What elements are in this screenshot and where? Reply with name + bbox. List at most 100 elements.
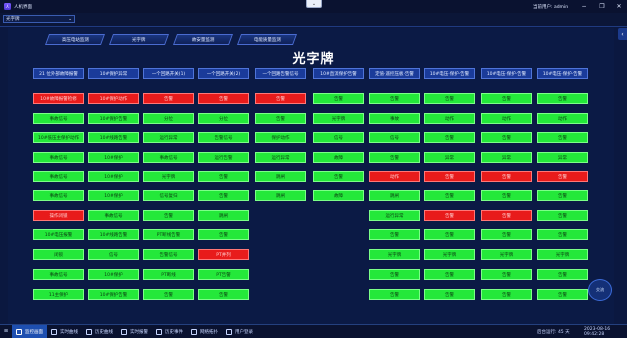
alarm-indicator[interactable]: 闭锁 [33,249,84,260]
alarm-indicator[interactable]: 告警信号 [143,249,194,260]
tab-history-curve[interactable]: 历史曲线 [82,325,117,338]
close-button[interactable]: ✕ [612,0,626,13]
maximize-button[interactable]: ❐ [595,0,609,13]
alarm-indicator[interactable]: 10#电压报警 [33,229,84,240]
alarm-indicator[interactable]: 异常 [424,152,475,163]
screen-selector[interactable]: 光字牌 ⌄ [3,15,75,23]
alarm-indicator[interactable]: 事故信号 [33,152,84,163]
alarm-indicator[interactable]: 告警 [313,93,364,104]
alarm-indicator[interactable]: PT断线 [143,269,194,280]
alarm-indicator[interactable]: 跳闸 [255,171,306,182]
alarm-indicator[interactable]: 运行异常 [143,132,194,143]
alarm-indicator[interactable]: 告警 [369,269,420,280]
column-header-cell[interactable]: 10#保护异常 [88,68,139,79]
alarm-indicator[interactable]: PT告警 [198,269,249,280]
alarm-indicator[interactable]: 告警 [537,93,588,104]
alarm-indicator[interactable]: 10#保护动作 [88,93,139,104]
alarm-indicator[interactable]: 10#保护告警 [88,113,139,124]
alarm-indicator[interactable]: 告警 [198,171,249,182]
alarm-indicator[interactable]: 告警 [537,229,588,240]
alarm-indicator[interactable]: 光字牌 [481,249,532,260]
alarm-indicator[interactable]: 告警 [369,93,420,104]
tab-hv-station[interactable]: 高压电站监测 [44,34,106,45]
alarm-indicator[interactable]: 光字牌 [424,249,475,260]
alarm-indicator[interactable]: 信号复归 [143,190,194,201]
alarm-indicator[interactable]: PT并列 [198,249,249,260]
column-header-cell[interactable]: 一个回路开关(2) [198,68,249,79]
alarm-indicator[interactable]: 跳闸 [255,190,306,201]
column-header-cell[interactable]: 10#电压·保护·告警 [424,68,475,79]
alarm-indicator[interactable]: 告警 [537,289,588,300]
alarm-indicator[interactable]: 10#线路告警 [88,132,139,143]
collapse-toggle-button[interactable]: ⌄ [306,0,322,8]
alarm-indicator[interactable]: 分位 [198,113,249,124]
alarm-indicator[interactable]: 事故信号 [143,152,194,163]
alarm-indicator[interactable]: 告警 [313,171,364,182]
alarm-indicator[interactable]: 告警 [424,269,475,280]
alarm-indicator[interactable]: 告警 [481,171,532,182]
alarm-indicator[interactable]: 10#故障报警检修 [33,93,84,104]
alarm-indicator[interactable]: 10#线路告警 [88,229,139,240]
alarm-indicator[interactable]: 信号 [313,132,364,143]
tab-power-quality[interactable]: 电能质量监测 [236,34,298,45]
alarm-indicator[interactable]: 事故信号 [33,171,84,182]
alarm-indicator[interactable]: 告警 [424,210,475,221]
column-header-cell[interactable]: 一个回路告警信号 [255,68,306,79]
alarm-indicator[interactable]: 告警 [481,132,532,143]
column-header-cell[interactable]: 21 位外部故障报警 [33,68,84,79]
alarm-indicator[interactable]: 光字牌 [143,171,194,182]
alarm-indicator[interactable]: 告警 [424,229,475,240]
alarm-indicator[interactable]: 事故 [369,113,420,124]
alarm-indicator[interactable]: 10#保护 [88,171,139,182]
alarm-indicator[interactable]: 10#保护 [88,269,139,280]
tab-user-login[interactable]: 用户登录 [222,325,257,338]
alarm-indicator[interactable]: 信号 [369,132,420,143]
alarm-indicator[interactable]: 跳闸 [198,210,249,221]
alarm-indicator[interactable]: PT断线告警 [143,229,194,240]
floating-widget[interactable]: 交流 [588,279,612,301]
alarm-indicator[interactable]: 告警 [537,132,588,143]
alarm-indicator[interactable]: 异常 [481,152,532,163]
alarm-indicator[interactable]: 告警 [424,289,475,300]
alarm-indicator[interactable]: 故障 [313,190,364,201]
alarm-indicator[interactable]: 告警 [369,152,420,163]
alarm-indicator[interactable]: 告警 [537,190,588,201]
alarm-indicator[interactable]: 告警 [424,132,475,143]
alarm-indicator[interactable]: 告警 [198,229,249,240]
alarm-indicator[interactable]: 告警 [198,289,249,300]
alarm-indicator[interactable]: 告警 [424,190,475,201]
alarm-indicator[interactable]: 告警 [537,171,588,182]
alarm-indicator[interactable]: 告警 [537,269,588,280]
alarm-indicator[interactable]: 运行异常 [369,210,420,221]
alarm-indicator[interactable]: 10#保护告警 [88,289,139,300]
alarm-indicator[interactable]: 光字牌 [313,113,364,124]
alarm-indicator[interactable]: 告警 [424,171,475,182]
alarm-indicator[interactable]: 运行异常 [255,152,306,163]
alarm-indicator[interactable]: 保护动作 [255,132,306,143]
column-header-cell[interactable]: 10#电压·保护·告警 [481,68,532,79]
tab-realtime-alarm[interactable]: 实时报警 [117,325,152,338]
alarm-indicator[interactable]: 动作 [537,113,588,124]
alarm-indicator[interactable]: 光字牌 [369,249,420,260]
alarm-indicator[interactable]: 异常 [537,152,588,163]
alarm-indicator[interactable]: 运行告警 [198,152,249,163]
tab-history-events[interactable]: 历史事件 [152,325,187,338]
alarm-indicator[interactable]: 操作闭锁 [33,210,84,221]
alarm-indicator[interactable]: 跳闸 [369,190,420,201]
alarm-indicator[interactable]: 10#低压主保护动作 [33,132,84,143]
side-panel-toggle[interactable]: ‹ [618,28,627,40]
start-icon[interactable]: ⊞ [0,325,12,338]
column-header-cell[interactable]: 定值·遥控压板·告警 [369,68,420,79]
alarm-indicator[interactable]: 故障 [313,152,364,163]
alarm-indicator[interactable]: 告警 [198,190,249,201]
tab-alarm-panel[interactable]: 光字牌 [108,34,170,45]
minimize-button[interactable]: − [577,0,591,13]
alarm-indicator[interactable]: 告警 [424,93,475,104]
alarm-indicator[interactable]: 动作 [481,113,532,124]
alarm-indicator[interactable]: 告警 [481,93,532,104]
column-header-cell[interactable]: 10#直流保护告警 [313,68,364,79]
column-header-cell[interactable]: 10#电压·保护·告警 [537,68,588,79]
tab-network-topology[interactable]: 网络拓扑 [187,325,222,338]
alarm-indicator[interactable]: 告警信号 [198,132,249,143]
alarm-indicator[interactable]: 告警 [143,210,194,221]
